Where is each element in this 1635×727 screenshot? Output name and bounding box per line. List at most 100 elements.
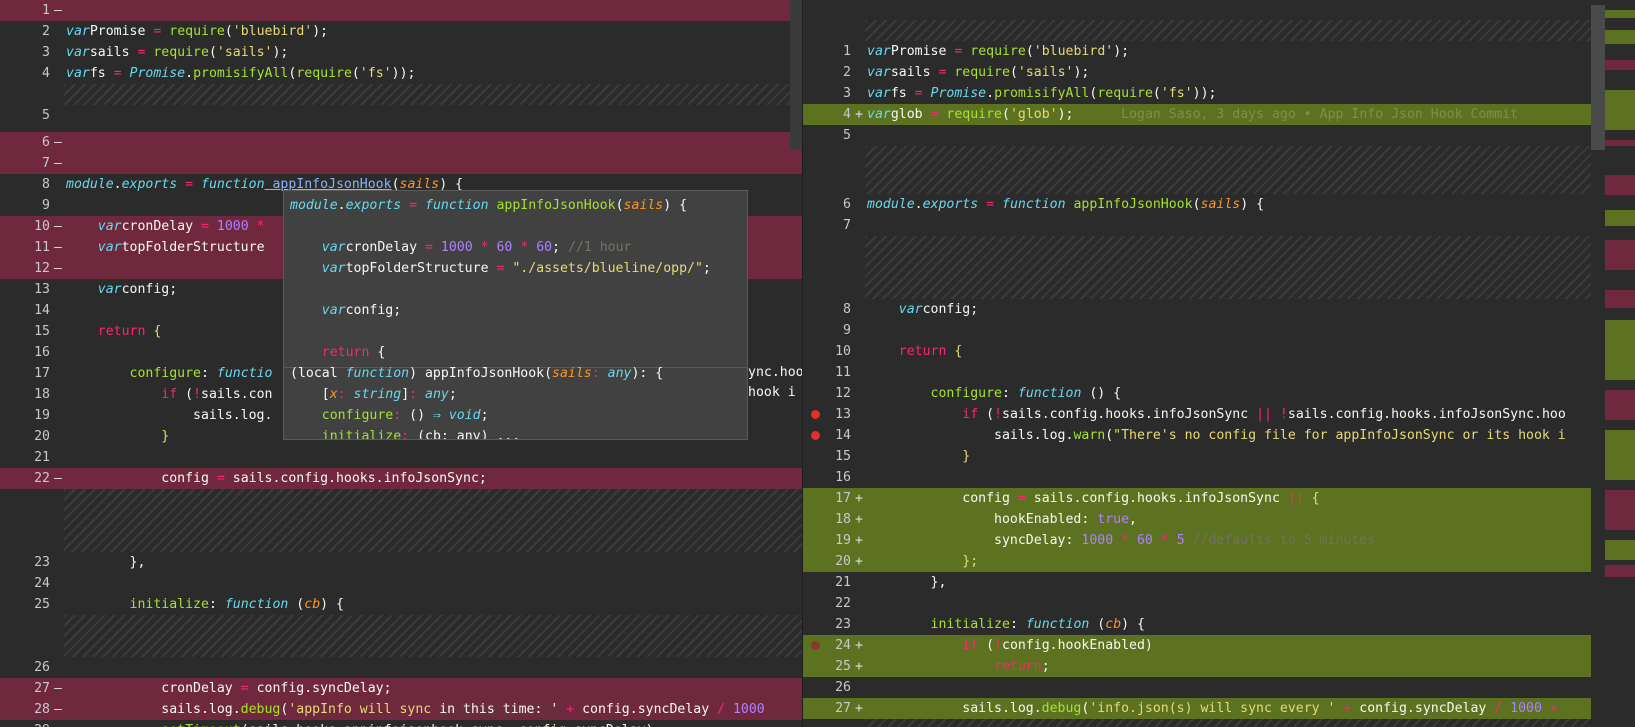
added-line[interactable]: 4 + varglob = require('glob'); Logan Saso,… — [803, 104, 1635, 125]
code-line[interactable]: 13 if (!sails.config.hooks.infoJsonSync … — [803, 404, 1635, 425]
code-token: var — [867, 86, 891, 101]
code-token: ( — [615, 198, 624, 213]
code-token: () — [401, 408, 433, 423]
code-text: setTimeout(sails.hooks.appinfojsonhook.s… — [66, 720, 661, 727]
overview-change-mark — [1605, 175, 1635, 195]
code-token: var — [97, 240, 122, 255]
code-line[interactable]: 16 — [803, 467, 1635, 488]
code-text: sails.log. — [66, 405, 272, 426]
code-token: debug — [1041, 701, 1082, 716]
code-token: . — [914, 197, 923, 212]
overview-scroll-thumb[interactable] — [1591, 5, 1605, 150]
line-number: 12 — [835, 386, 851, 401]
overview-change-mark — [1605, 240, 1635, 270]
code-token: exports — [922, 197, 979, 212]
left-scrollbar[interactable] — [790, 0, 802, 150]
deleted-line[interactable]: 28– sails.log.debug('appInfo will sync i… — [0, 699, 802, 720]
code-token: //1 hour — [567, 240, 632, 255]
code-token: function — [1017, 386, 1082, 401]
code-token: ! — [1271, 407, 1288, 422]
code-token: * — [1152, 533, 1169, 548]
code-token: string — [345, 387, 402, 402]
code-line[interactable]: 1 varPromise = require('bluebird'); — [803, 41, 1635, 62]
code-token: ! — [994, 638, 1003, 653]
code-line[interactable]: 21 — [0, 447, 802, 468]
code-line[interactable]: 5 — [803, 125, 1635, 146]
breakpoint-icon[interactable] — [811, 410, 820, 419]
code-line[interactable]: 9 — [803, 320, 1635, 341]
code-line[interactable]: 22 — [803, 593, 1635, 614]
added-line[interactable]: 20 + }; — [803, 551, 1635, 572]
added-line[interactable]: 27 + sails.log.debug('info.json(s) will s… — [803, 698, 1635, 719]
added-line[interactable]: 24 + if (!config.hookEnabled) — [803, 635, 1635, 656]
diff-marker: – — [54, 240, 62, 255]
code-token: any — [417, 387, 449, 402]
line-number: 5 — [42, 108, 50, 123]
code-token: config — [66, 471, 217, 486]
code-token: config.syncDelay — [1351, 701, 1495, 716]
code-token: any — [599, 366, 632, 381]
deleted-line[interactable]: 6– — [0, 132, 802, 153]
deleted-line[interactable]: 27– cronDelay = config.syncDelay; — [0, 678, 802, 699]
code-token: sails.config.hooks.infoJsonSync — [1002, 407, 1257, 422]
deleted-line[interactable]: 22– config = sails.config.hooks.infoJson… — [0, 468, 802, 489]
code-token: { — [946, 344, 963, 359]
code-token: initialize — [129, 597, 209, 612]
code-line[interactable]: 12 configure: function () { — [803, 383, 1635, 404]
diff-pane-modified[interactable]: 1 varPromise = require('bluebird'); 2 varsa… — [802, 0, 1635, 727]
code-line[interactable]: 6 module.exports = function appInfoJsonHo… — [803, 194, 1635, 215]
code-token: config; — [121, 282, 178, 297]
code-text: initialize: function (cb) { — [867, 614, 1145, 635]
code-line[interactable]: 11 — [803, 362, 1635, 383]
code-line[interactable]: 25 initialize: function (cb) { — [0, 594, 802, 615]
code-line[interactable]: 23 initialize: function (cb) { — [803, 614, 1635, 635]
breakpoint-icon[interactable] — [811, 641, 820, 650]
code-line[interactable]: 5 — [0, 105, 802, 126]
deleted-line[interactable]: 1– — [0, 0, 802, 21]
code-token: ); — [1057, 107, 1074, 122]
overview-change-mark — [1605, 30, 1635, 44]
code-line[interactable]: 10 return { — [803, 341, 1635, 362]
code-token: sails.con — [201, 387, 273, 402]
code-token: function — [345, 366, 410, 381]
line-number: 16 — [835, 470, 851, 485]
code-line[interactable]: 29– setTimeout(sails.hooks.appinfojsonho… — [0, 720, 802, 727]
line-number: 4 — [843, 107, 851, 122]
deleted-line[interactable]: 7– — [0, 153, 802, 174]
code-token: 'info.json(s) will sync every ' — [1089, 701, 1336, 716]
added-line[interactable]: 18 + hookEnabled: true, — [803, 509, 1635, 530]
code-line[interactable]: 7 — [803, 215, 1635, 236]
code-token: ⇒ void — [432, 408, 481, 423]
code-line[interactable]: 15 } — [803, 446, 1635, 467]
line-number: 22 — [835, 596, 851, 611]
code-token: ! — [193, 387, 202, 402]
code-line[interactable]: 4 varfs = Promise.promisifyAll(require('f… — [0, 63, 802, 84]
code-line[interactable]: 3 varfs = Promise.promisifyAll(require('f… — [803, 83, 1635, 104]
added-line[interactable]: 17 + config = sails.config.hooks.infoJson… — [803, 488, 1635, 509]
added-line[interactable]: 25 + return; — [803, 656, 1635, 677]
code-text: syncDelay: 1000 * 60 * 5 //defaults to 5… — [867, 530, 1375, 551]
code-text: } — [66, 426, 169, 447]
code-token: (sails.hooks.appinfojsonhook.sync, confi… — [241, 723, 662, 727]
code-token: 1000 — [208, 219, 249, 234]
code-line[interactable]: 26 — [803, 677, 1635, 698]
diff-overview-ruler[interactable] — [1591, 0, 1635, 727]
code-text: varconfig; — [867, 299, 978, 320]
code-line[interactable]: 8 varconfig; — [803, 299, 1635, 320]
code-line[interactable]: 21 }, — [803, 572, 1635, 593]
code-line[interactable]: 14 sails.log.warn("There's no config fil… — [803, 425, 1635, 446]
code-line[interactable]: 2 varPromise = require('bluebird'); — [0, 21, 802, 42]
code-text: }; — [867, 551, 978, 572]
added-line[interactable]: 19 + syncDelay: 1000 * 60 * 5 //defaults … — [803, 530, 1635, 551]
code-line[interactable]: 3 varsails = require('sails'); — [0, 42, 802, 63]
code-token: }, — [66, 555, 146, 570]
code-line[interactable]: 24 — [0, 573, 802, 594]
breakpoint-icon[interactable] — [811, 431, 820, 440]
code-line[interactable]: 2 varsails = require('sails'); — [803, 62, 1635, 83]
code-line[interactable]: 23 }, — [0, 552, 802, 573]
code-line[interactable]: 26 — [0, 657, 802, 678]
